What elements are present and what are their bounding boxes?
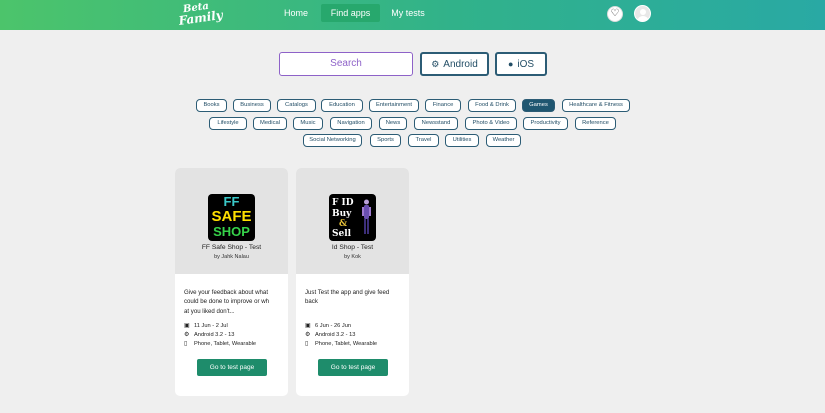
avatar-body-shape: [637, 16, 649, 21]
app-author: by Kok: [344, 254, 361, 260]
category-chip-social-networking[interactable]: Social Networking: [303, 134, 362, 147]
device-types: ▯ Phone, Tablet, Wearable: [184, 340, 284, 349]
app-description-line: Give your feedback about what: [184, 289, 269, 296]
category-chip-utilities[interactable]: Utilities: [445, 134, 479, 147]
category-chip-healthcare-fitness[interactable]: Healthcare & Fitness: [562, 99, 630, 112]
calendar-icon: ▣: [184, 323, 190, 329]
category-chip-education[interactable]: Education: [321, 99, 363, 112]
category-chip-finance[interactable]: Finance: [425, 99, 461, 112]
top-navigation-bar: Beta Family Home Find apps My tests ♡: [0, 0, 825, 30]
os-range: ⚙ Android 3.2 - 13: [305, 331, 405, 340]
go-to-test-page-button[interactable]: Go to test page: [318, 359, 388, 376]
app-description-line: Just Test the app and give feed: [305, 289, 390, 296]
go-to-test-page-button[interactable]: Go to test page: [197, 359, 267, 376]
app-description: Just Test the app and give feed back: [305, 288, 402, 307]
app-icon-text-line-3: &: [339, 219, 348, 229]
category-chip-catalogs[interactable]: Catalogs: [277, 99, 316, 112]
app-card: FF SAFE SHOP FF Safe Shop - Test by Jahk…: [175, 168, 288, 396]
category-chip-travel[interactable]: Travel: [408, 134, 439, 147]
category-chip-lifestyle[interactable]: Lifestyle: [209, 117, 247, 130]
app-icon-text-line-1: F ID: [332, 198, 354, 208]
app-icon-text-line-1: FF: [223, 194, 240, 209]
android-filter-label: Android: [443, 59, 478, 70]
app-title: FF Safe Shop - Test: [201, 244, 262, 251]
betafamily-logo[interactable]: Beta Family: [176, 0, 224, 31]
category-chip-productivity[interactable]: Productivity: [523, 117, 568, 130]
category-chip-photo-video[interactable]: Photo & Video: [465, 117, 517, 130]
app-card-header: FF SAFE SHOP FF Safe Shop - Test by Jahk…: [175, 168, 288, 274]
app-description: Give your feedback about what could be d…: [184, 288, 281, 316]
search-input[interactable]: Search: [279, 52, 413, 76]
logo-line-2: Family: [177, 7, 224, 28]
app-description-line: back: [305, 298, 318, 306]
avatar[interactable]: [634, 5, 651, 22]
app-description-line: at you liked don't...: [184, 307, 235, 315]
test-dates: ▣ 11 Jun - 2 Jul: [184, 322, 284, 331]
category-chip-music[interactable]: Music: [293, 117, 323, 130]
app-icon[interactable]: F ID Buy & Sell: [329, 194, 376, 241]
category-chip-weather[interactable]: Weather: [486, 134, 521, 147]
android-icon: ⚙: [184, 332, 190, 338]
character-figure-icon: [362, 199, 371, 234]
device-types-text: Phone, Tablet, Wearable: [315, 341, 378, 347]
app-icon-text-line-2: SAFE: [211, 208, 252, 225]
app-card: F ID Buy & Sell Id Shop - Test by Kok Ju…: [296, 168, 409, 396]
category-chip-business[interactable]: Business: [233, 99, 271, 112]
app-description-line: could be done to improve or wh: [184, 298, 270, 306]
app-title: Id Shop - Test: [331, 244, 374, 251]
test-dates-text: 6 Jun - 26 Jun: [315, 323, 352, 329]
category-chip-food-drink[interactable]: Food & Drink: [468, 99, 516, 112]
category-chip-entertainment[interactable]: Entertainment: [369, 99, 419, 112]
category-chip-news[interactable]: News: [379, 117, 407, 130]
android-icon: ⚙: [431, 59, 440, 69]
apple-icon: ●: [507, 59, 514, 69]
app-author: by Jahk Nalau: [214, 254, 249, 260]
app-icon[interactable]: FF SAFE SHOP: [208, 194, 255, 241]
nav-home[interactable]: Home: [276, 4, 316, 22]
nav-find-apps[interactable]: Find apps: [321, 4, 380, 22]
nav-my-tests[interactable]: My tests: [387, 4, 429, 22]
os-range-text: Android 3.2 - 13: [315, 332, 356, 338]
test-dates: ▣ 6 Jun - 26 Jun: [305, 322, 405, 331]
device-types-text: Phone, Tablet, Wearable: [194, 341, 257, 347]
test-dates-text: 11 Jun - 2 Jul: [194, 323, 228, 329]
category-chip-navigation[interactable]: Navigation: [330, 117, 372, 130]
app-icon-text-line-4: Sell: [332, 229, 352, 239]
ios-filter-label: iOS: [517, 59, 535, 70]
calendar-icon: ▣: [305, 323, 311, 329]
os-range-text: Android 3.2 - 13: [194, 332, 235, 338]
android-icon: ⚙: [305, 332, 311, 338]
device-icon: ▯: [184, 341, 188, 347]
category-chip-medical[interactable]: Medical: [253, 117, 287, 130]
android-filter-button[interactable]: ⚙ Android: [420, 52, 489, 76]
app-icon-text-line-3: SHOP: [213, 224, 250, 239]
category-chip-newsstand[interactable]: Newsstand: [414, 117, 458, 130]
device-icon: ▯: [305, 341, 309, 347]
app-card-header: F ID Buy & Sell Id Shop - Test by Kok: [296, 168, 409, 274]
app-icon-text-line-2: Buy: [332, 209, 352, 219]
category-chip-books[interactable]: Books: [196, 99, 227, 112]
avatar-head-shape: [640, 9, 646, 15]
os-range: ⚙ Android 3.2 - 13: [184, 331, 284, 340]
category-chip-reference[interactable]: Reference: [575, 117, 616, 130]
ios-filter-button[interactable]: ● iOS: [495, 52, 547, 76]
category-chip-games[interactable]: Games: [522, 99, 555, 112]
bell-icon[interactable]: ♡: [607, 6, 623, 22]
device-types: ▯ Phone, Tablet, Wearable: [305, 340, 405, 349]
category-chip-sports[interactable]: Sports: [370, 134, 401, 147]
